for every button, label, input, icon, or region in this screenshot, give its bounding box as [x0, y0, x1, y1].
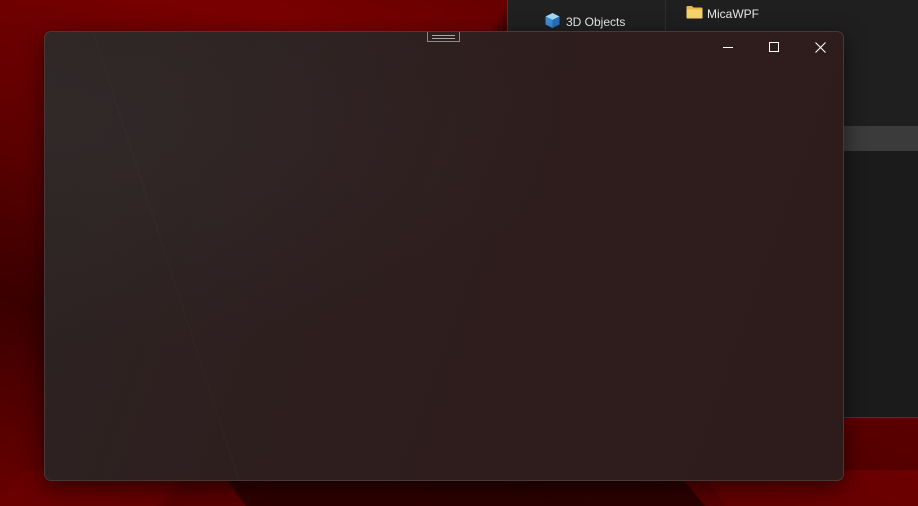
file-item-label: MicaWPF	[707, 6, 759, 21]
maximize-icon	[769, 42, 779, 52]
minimize-button[interactable]	[705, 32, 751, 62]
drag-handle-icon[interactable]	[427, 32, 460, 42]
mica-sheen	[92, 32, 240, 480]
nav-item-3d-objects[interactable]: 3D Objects	[544, 12, 625, 32]
cube-3d-icon	[544, 12, 561, 32]
maximize-button[interactable]	[751, 32, 797, 62]
close-icon	[814, 41, 826, 53]
file-item-micawpf[interactable]: MicaWPF	[686, 5, 759, 22]
caption-buttons	[705, 32, 843, 62]
mica-app-window[interactable]	[44, 31, 844, 481]
close-button[interactable]	[797, 32, 843, 62]
folder-icon	[686, 5, 703, 22]
desktop-wallpaper: 3D Objects MicaWPF	[0, 0, 918, 506]
wallpaper-shard	[225, 478, 735, 506]
minimize-icon	[723, 42, 733, 52]
nav-item-label: 3D Objects	[566, 15, 626, 29]
